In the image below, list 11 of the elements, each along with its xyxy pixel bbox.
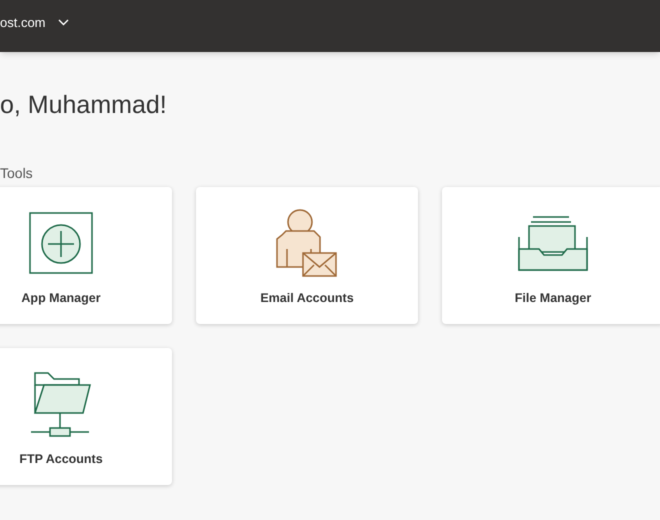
domain-dropdown[interactable]: ost.com bbox=[0, 13, 69, 32]
tool-card[interactable]: App Manager bbox=[0, 187, 172, 324]
tool-card[interactable]: FTP Accounts bbox=[0, 348, 172, 485]
file-tray-icon bbox=[517, 216, 589, 272]
network-folder-icon bbox=[30, 372, 92, 438]
chevron-down-icon bbox=[58, 19, 69, 26]
section-title: Tools bbox=[0, 164, 34, 182]
tool-card[interactable]: Email Accounts bbox=[196, 187, 418, 324]
greeting-heading: o, Muhammad! bbox=[0, 90, 168, 120]
person-envelope-icon bbox=[276, 209, 338, 279]
tool-card[interactable]: File Manager bbox=[442, 187, 660, 324]
